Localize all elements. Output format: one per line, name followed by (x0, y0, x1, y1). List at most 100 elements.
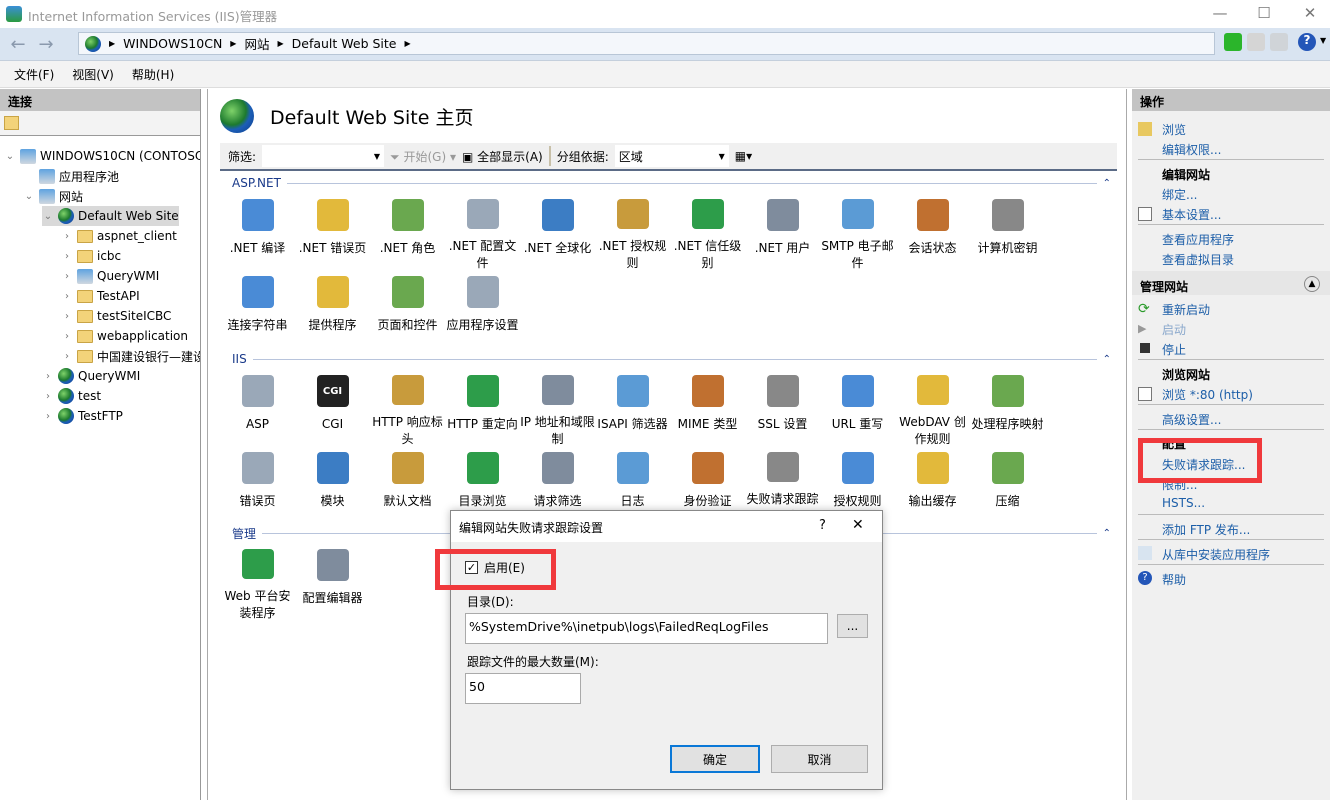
feature-item[interactable]: .NET 用户 (745, 195, 820, 272)
collapse-icon[interactable]: ▲ (1304, 276, 1320, 292)
tree-node[interactable]: › TestAPI (61, 286, 140, 306)
chevron-down-icon[interactable]: ⌄ (4, 151, 16, 162)
max-files-input[interactable]: 50 (465, 673, 581, 704)
action-edit-permissions[interactable]: 编辑权限... (1162, 141, 1221, 158)
breadcrumb-site[interactable]: Default Web Site (292, 36, 397, 51)
chevron-right-icon[interactable]: › (42, 391, 54, 402)
feature-item[interactable]: 处理程序映射 (970, 371, 1045, 448)
chevron-right-icon[interactable]: › (42, 371, 54, 382)
feature-item[interactable]: .NET 错误页 (295, 195, 370, 272)
feature-item[interactable]: URL 重写 (820, 371, 895, 448)
help-dropdown-icon[interactable]: ▼ (1320, 36, 1326, 45)
feature-item[interactable]: ASP (220, 371, 295, 448)
tree-node[interactable]: › test (42, 386, 101, 406)
stop-icon[interactable] (1247, 33, 1265, 51)
feature-item[interactable]: 会话状态 (895, 195, 970, 272)
feature-item[interactable]: WebDAV 创作规则 (895, 371, 970, 448)
group-by-select[interactable]: 区域 ▼ (614, 145, 729, 167)
menu-file[interactable]: 文件(F) (14, 66, 54, 83)
feature-item[interactable]: Web 平台安装程序 (220, 545, 295, 622)
action-restart[interactable]: 重新启动 (1162, 301, 1210, 318)
dialog-close-button[interactable]: ✕ (852, 517, 864, 533)
tree-node[interactable]: ⌄ Default Web Site (42, 206, 179, 226)
menu-view[interactable]: 视图(V) (72, 66, 114, 83)
action-help[interactable]: 帮助 (1162, 571, 1186, 588)
feature-item[interactable]: 压缩 (970, 448, 1045, 525)
feature-item[interactable]: HTTP 响应标头 (370, 371, 445, 448)
tree-node[interactable]: 应用程序池 (23, 166, 119, 186)
tree-node[interactable]: › webapplication (61, 326, 188, 346)
action-browse-80[interactable]: 浏览 *:80 (http) (1162, 386, 1253, 403)
close-button[interactable]: ✕ (1295, 4, 1325, 24)
feature-item[interactable]: 页面和控件 (370, 272, 445, 349)
ok-button[interactable]: 确定 (670, 745, 760, 773)
maximize-button[interactable]: ☐ (1249, 4, 1279, 24)
chevron-down-icon[interactable]: ⌄ (42, 211, 54, 222)
feature-item[interactable]: .NET 信任级别 (670, 195, 745, 272)
action-basic-settings[interactable]: 基本设置... (1162, 206, 1221, 223)
breadcrumb-server[interactable]: WINDOWS10CN (123, 36, 222, 51)
cancel-button[interactable]: 取消 (771, 745, 868, 773)
chevron-right-icon[interactable]: › (61, 331, 73, 342)
action-advanced-settings[interactable]: 高级设置... (1162, 411, 1221, 428)
chevron-right-icon[interactable]: › (61, 251, 73, 262)
show-all-button[interactable]: ▣ 全部显示(A) (462, 148, 543, 165)
feature-item[interactable]: 计算机密钥 (970, 195, 1045, 272)
breadcrumb-sites[interactable]: 网站 (244, 34, 269, 53)
feature-item[interactable]: SMTP 电子邮件 (820, 195, 895, 272)
chevron-right-icon[interactable]: › (61, 271, 73, 282)
action-bindings[interactable]: 绑定... (1162, 186, 1197, 203)
action-add-ftp[interactable]: 添加 FTP 发布... (1162, 521, 1250, 538)
action-browse[interactable]: 浏览 (1162, 121, 1186, 138)
menu-help[interactable]: 帮助(H) (132, 66, 174, 83)
feature-item[interactable]: IP 地址和域限制 (520, 371, 595, 448)
tree-node[interactable]: › icbc (61, 246, 121, 266)
feature-item[interactable]: HTTP 重定向 (445, 371, 520, 448)
chevron-right-icon[interactable]: › (61, 311, 73, 322)
chevron-right-icon[interactable]: › (61, 351, 73, 362)
action-install-gallery[interactable]: 从库中安装应用程序 (1162, 546, 1270, 563)
feature-item[interactable]: 配置编辑器 (295, 545, 370, 622)
tree-node[interactable]: › QueryWMI (42, 366, 140, 386)
directory-input[interactable]: %SystemDrive%\inetpub\logs\FailedReqLogF… (465, 613, 828, 644)
tree-node[interactable]: ⌄ WINDOWS10CN (CONTOSO\Administrator) (4, 146, 200, 166)
tree-node[interactable]: › testSiteICBC (61, 306, 171, 326)
collapse-group-icon[interactable]: ⌃ (1103, 178, 1117, 189)
group-header[interactable]: ASP.NET ⌃ (220, 175, 1117, 191)
feature-item[interactable]: 错误页 (220, 448, 295, 525)
feature-item[interactable]: .NET 全球化 (520, 195, 595, 272)
feature-item[interactable]: CGI CGI (295, 371, 370, 448)
feature-item[interactable]: .NET 编译 (220, 195, 295, 272)
start-filter-button[interactable]: ⏷ 开始(G) ▾ (390, 148, 456, 165)
feature-item[interactable]: 提供程序 (295, 272, 370, 349)
tree-node[interactable]: › aspnet_client (61, 226, 177, 246)
action-view-apps[interactable]: 查看应用程序 (1162, 231, 1234, 248)
feature-item[interactable]: ISAPI 筛选器 (595, 371, 670, 448)
browse-directory-button[interactable]: ... (837, 614, 868, 638)
chevron-right-icon[interactable]: › (61, 231, 73, 242)
feature-item[interactable]: .NET 角色 (370, 195, 445, 272)
minimize-button[interactable]: — (1205, 4, 1235, 24)
action-view-vdirs[interactable]: 查看虚拟目录 (1162, 251, 1234, 268)
chevron-right-icon[interactable]: › (61, 291, 73, 302)
connect-icon[interactable] (4, 116, 19, 130)
feature-item[interactable]: 应用程序设置 (445, 272, 520, 349)
group-header[interactable]: IIS ⌃ (220, 351, 1117, 367)
collapse-group-icon[interactable]: ⌃ (1103, 528, 1117, 539)
tree-node[interactable]: › QueryWMI (61, 266, 159, 286)
feature-item[interactable]: 连接字符串 (220, 272, 295, 349)
tree-node[interactable]: › TestFTP (42, 406, 123, 426)
collapse-group-icon[interactable]: ⌃ (1103, 354, 1117, 365)
chevron-right-icon[interactable]: › (42, 411, 54, 422)
feature-item[interactable]: 输出缓存 (895, 448, 970, 525)
home-icon[interactable] (1270, 33, 1288, 51)
chevron-down-icon[interactable]: ⌄ (23, 191, 35, 202)
tree-node[interactable]: › 中国建设银行—建设 (61, 346, 200, 366)
view-mode-icon[interactable]: ▦▾ (735, 149, 752, 163)
tree-node[interactable]: ⌄ 网站 (23, 186, 83, 206)
dialog-help-button[interactable]: ? (819, 518, 826, 533)
filter-input[interactable]: ▼ (262, 145, 385, 167)
feature-item[interactable]: .NET 授权规则 (595, 195, 670, 272)
feature-item[interactable]: 默认文档 (370, 448, 445, 525)
feature-item[interactable]: SSL 设置 (745, 371, 820, 448)
